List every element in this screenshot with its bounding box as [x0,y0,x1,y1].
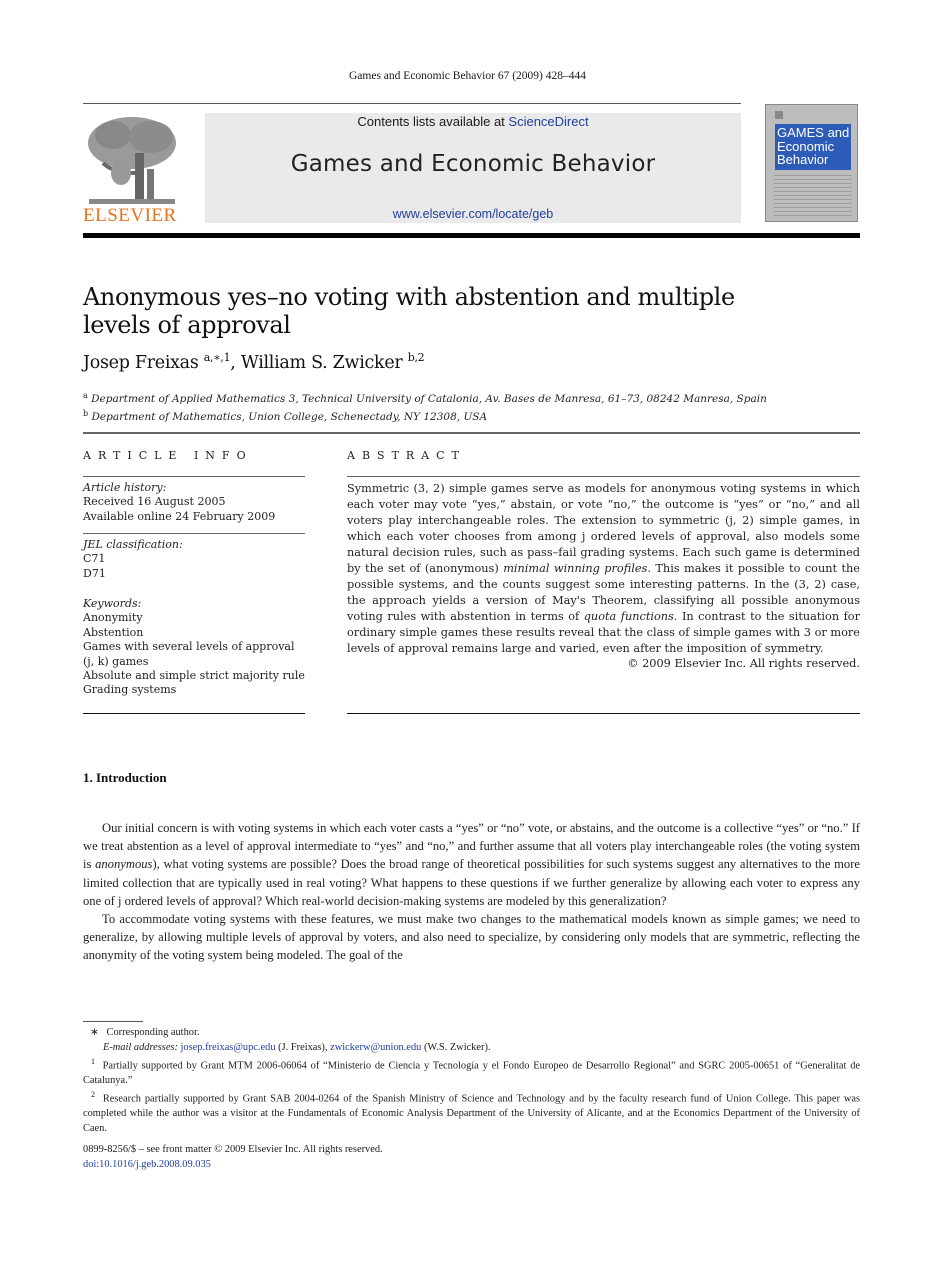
introduction-body: Our initial concern is with voting syste… [83,819,860,965]
keyword: Abstention [83,625,144,639]
paragraph: To accommodate voting systems with these… [83,912,860,963]
footnote-1: 1 Partially supported by Grant MTM 2006-… [83,1057,861,1086]
author-list: Josep Freixas a,∗,1, William S. Zwicker … [83,351,425,373]
cover-title-line: GAMES and [777,125,850,140]
affiliation-text: Department of Applied Mathematics 3, Tec… [91,393,767,405]
running-head: Games and Economic Behavior 67 (2009) 42… [349,70,586,82]
header-thick-rule [83,233,860,238]
cover-title-box: GAMES and Economic Behavior [775,124,851,170]
affiliations: a Department of Applied Mathematics 3, T… [83,389,767,424]
abstract-text: Symmetric (3, 2) simple games serve as m… [347,481,860,657]
keyword: (j, k) games [83,654,149,668]
affiliation-mark: a [83,391,88,400]
affiliation: a Department of Applied Mathematics 3, T… [83,389,767,407]
received-date: Received 16 August 2005 [83,495,226,509]
journal-name: Games and Economic Behavior [290,151,656,177]
abstract-rule [347,476,860,477]
jel-heading: JEL classification: [83,538,183,551]
article-history: Article history: Received 16 August 2005… [83,481,305,524]
author-name: William S. Zwicker [240,353,403,373]
email-link[interactable]: zwickerw@union.edu [330,1042,421,1053]
keyword: Anonymity [83,611,143,625]
keywords-heading: Keywords: [83,597,142,610]
affiliation-text: Department of Mathematics, Union College… [91,410,488,423]
affiliation-mark: b [83,408,89,418]
author-name: Josep Freixas [83,353,199,373]
section-heading-introduction: 1. Introduction [83,770,167,785]
keyword: Games with several levels of approval [83,640,295,654]
footnote-2: 2 Research partially supported by Grant … [83,1090,861,1134]
info-rule [83,713,305,714]
journal-banner: Contents lists available at ScienceDirec… [205,113,741,223]
footnote-emails: E-mail addresses: josep.freixas@upc.edu … [103,1041,491,1053]
author-marks: a,∗,1 [203,351,231,364]
issn-line: 0899-8256/$ – see front matter © 2009 El… [83,1144,383,1155]
keyword: Grading systems [83,683,177,697]
info-rule [83,533,305,534]
section-rule [83,432,860,434]
front-matter: 0899-8256/$ – see front matter © 2009 El… [83,1142,383,1172]
sciencedirect-link[interactable]: ScienceDirect [508,114,588,129]
paragraph: Our initial concern is with voting syste… [83,821,860,908]
abstract-copyright: © 2009 Elsevier Inc. All rights reserved… [627,657,860,670]
footnotes: ∗ Corresponding author. E-mail addresses… [83,1026,860,1136]
article-info-label: ARTICLE INFO [83,449,253,462]
available-date: Available online 24 February 2009 [83,509,276,523]
info-rule [83,476,305,477]
cover-title-line: Behavior [777,152,829,167]
author-marks: b,2 [407,351,425,364]
contents-prefix: Contents lists available at [357,114,509,129]
cover-logo-icon [775,111,783,119]
history-heading: Article history: [83,481,167,494]
abstract-emphasis: quota functions [583,610,674,623]
jel-classification: JEL classification: C71 D71 [83,538,305,581]
elsevier-wordmark: ELSEVIER [83,205,177,226]
contents-line: Contents lists available at ScienceDirec… [205,114,741,129]
email-link[interactable]: josep.freixas@upc.edu [181,1042,276,1053]
cover-title-line: Economic [777,138,835,154]
footnote-rule [83,1021,143,1022]
journal-cover-thumbnail: GAMES and Economic Behavior [765,104,858,222]
jel-code: C71 [83,552,106,566]
affiliation: b Department of Mathematics, Union Colle… [83,407,767,425]
abstract-label: ABSTRACT [347,449,466,462]
footnote-corresponding: ∗ Corresponding author. [90,1027,200,1038]
jel-code: D71 [83,566,106,580]
doi-link[interactable]: doi:10.1016/j.geb.2008.09.035 [83,1159,211,1170]
keyword: Absolute and simple strict majority rule [83,669,305,683]
abstract-emphasis: minimal winning profiles [503,562,648,575]
cover-contents-lines [774,175,852,217]
header-rule [83,103,741,104]
keywords: Keywords: Anonymity Abstention Games wit… [83,597,305,698]
abstract-rule [347,713,860,714]
article-title: Anonymous yes–no voting with abstention … [83,283,735,339]
journal-url-link[interactable]: www.elsevier.com/locate/geb [393,207,554,221]
